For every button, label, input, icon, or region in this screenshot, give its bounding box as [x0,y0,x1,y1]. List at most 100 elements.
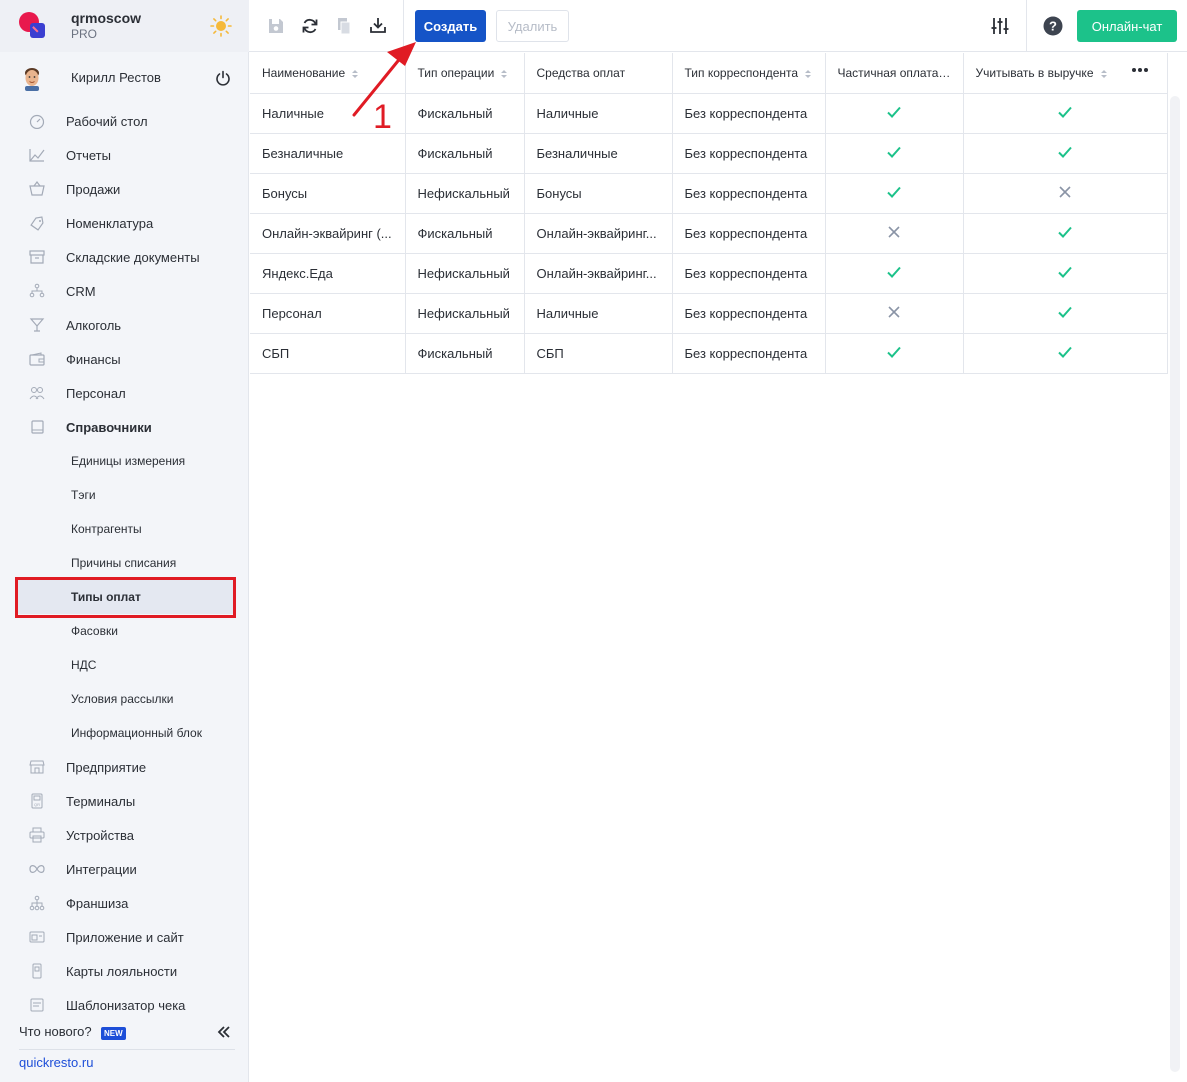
column-header[interactable]: Средства оплат [524,53,673,94]
column-header-label: Средства оплат [536,65,626,80]
refresh-icon[interactable] [300,16,320,36]
table-row[interactable]: СБП Фискальный СБП Без корреспондента [250,333,1168,374]
sort-icon[interactable] [804,69,812,79]
brand-header: qrmoscow PRO [0,0,249,52]
collapse-sidebar-icon[interactable] [217,1025,231,1039]
delete-button[interactable]: Удалить [496,10,569,42]
toolbar-separator [1026,0,1027,52]
sidebar-item-label: Шаблонизатор чека [66,997,186,1013]
new-badge: NEW [101,1027,126,1040]
table-row[interactable]: Онлайн-эквайринг (... Фискальный Онлайн-эк… [250,213,1168,254]
table-cell-flag [825,293,964,334]
sidebar-item[interactable]: Карты лояльности [0,954,249,988]
sidebar-item[interactable]: Франшиза [0,886,249,920]
avatar[interactable] [20,65,44,91]
column-header[interactable]: Тип корреспондента [672,53,826,94]
online-chat-button[interactable]: Онлайн-чат [1077,10,1177,42]
sidebar-item[interactable]: Финансы [0,342,249,376]
help-icon[interactable]: ? [1043,16,1063,36]
copy-icon[interactable] [334,16,354,36]
table-cell: Онлайн-эквайринг... [524,213,673,254]
hierarchy-icon [29,895,45,911]
sidebar-subitem[interactable]: Контрагенты [0,512,249,546]
sidebar-subitem[interactable]: Информационный блок [0,716,249,750]
sort-icon[interactable] [351,69,359,79]
sidebar-subitem[interactable]: Причины списания [0,546,249,580]
power-icon[interactable] [215,70,231,86]
sidebar-item[interactable]: Справочники [0,410,249,444]
printer-icon [29,827,45,843]
sidebar-subitem[interactable]: Единицы измерения [0,444,249,478]
brand-plan: PRO [71,27,98,41]
sidebar-item[interactable]: Интеграции [0,852,249,886]
sidebar-item[interactable]: CRM [0,274,249,308]
sidebar-subitem[interactable]: НДС [0,648,249,682]
cart-icon [29,181,45,196]
archive-icon [29,250,45,264]
sidebar-item[interactable]: Отчеты [0,138,249,172]
check-icon [887,266,901,278]
cross-icon [888,305,900,318]
more-options-icon[interactable] [1131,67,1149,73]
sidebar-item[interactable]: Персонал [0,376,249,410]
glass-icon [29,318,45,332]
sidebar-item[interactable]: Продажи [0,172,249,206]
user-block[interactable]: Кирилл Рестов [0,60,249,96]
sidebar-item[interactable]: Складские документы [0,240,249,274]
table-cell: Фискальный [405,213,525,254]
column-settings-icon[interactable] [990,16,1010,36]
table-cell: Без корреспондента [672,253,826,294]
svg-text:?: ? [1049,19,1057,34]
column-header[interactable]: Наименование [250,53,406,94]
reports-icon [29,149,45,162]
sidebar-item[interactable]: Устройства [0,818,249,852]
save-icon[interactable] [266,16,286,36]
create-button[interactable]: Создать [415,10,486,42]
sidebar-item[interactable]: QR Терминалы [0,784,249,818]
sidebar-item[interactable]: Шаблонизатор чека [0,988,249,1022]
sidebar-item[interactable]: Номенклатура [0,206,249,240]
brand-name: qrmoscow [71,10,142,26]
table-cell: Без корреспондента [672,173,826,214]
sidebar-item-label: Отчеты [66,147,111,163]
table-row[interactable]: Безналичные Фискальный Безналичные Без корр… [250,133,1168,174]
site-link[interactable]: quickresto.ru [19,1055,93,1070]
table-cell: Нефискальный [405,173,525,214]
check-icon [887,346,901,358]
sort-icon[interactable] [500,69,508,79]
toolbar-separator [403,0,404,52]
sidebar-item-label: Интеграции [66,861,137,877]
sidebar-subitem-label: Контрагенты [71,522,142,536]
table-cell: Бонусы [524,173,673,214]
sidebar-item[interactable]: Алкоголь [0,308,249,342]
table-row[interactable]: Яндекс.Еда Нефискальный Онлайн-эквайринг..… [250,253,1168,294]
table-row[interactable]: Бонусы Нефискальный Бонусы Без корреспонден… [250,173,1168,214]
sidebar-item[interactable]: Предприятие [0,750,249,784]
table-cell-flag [825,213,964,254]
sidebar-subitem[interactable]: Тэги [0,478,249,512]
dashboard-icon [29,114,45,129]
toolbar: Создать Удалить ? Онлайн-чат [249,0,1187,52]
sidebar-subitem[interactable]: Фасовки [0,614,249,648]
sidebar-subitem-selected[interactable]: Типы оплат [17,580,236,614]
sidebar-item[interactable]: Приложение и сайт [0,920,249,954]
download-icon[interactable] [368,16,388,36]
sort-icon[interactable] [1100,69,1108,79]
check-icon [1058,106,1072,118]
table-cell-flag [963,333,1168,374]
column-header[interactable]: Тип операции [405,53,525,94]
sun-icon[interactable] [210,15,232,37]
table-cell: Без корреспондента [672,93,826,134]
tag-icon [30,216,44,231]
scrollbar[interactable] [1170,96,1180,1072]
column-header[interactable]: Частичная оплата [825,53,964,94]
table-row[interactable]: Персонал Нефискальный Наличные Без корреспо… [250,293,1168,334]
table-cell: Наличные [524,293,673,334]
table-cell: Безналичные [250,133,406,174]
column-header[interactable]: Учитывать в выручке [963,53,1168,94]
sidebar-subitem[interactable]: Условия рассылки [0,682,249,716]
whats-new-link[interactable]: Что нового? [19,1024,92,1039]
sidebar-item[interactable]: Рабочий стол [0,104,249,138]
column-header-label: Учитывать в выручке [975,65,1094,80]
sidebar-subitem-label: Типы оплат [71,590,141,604]
